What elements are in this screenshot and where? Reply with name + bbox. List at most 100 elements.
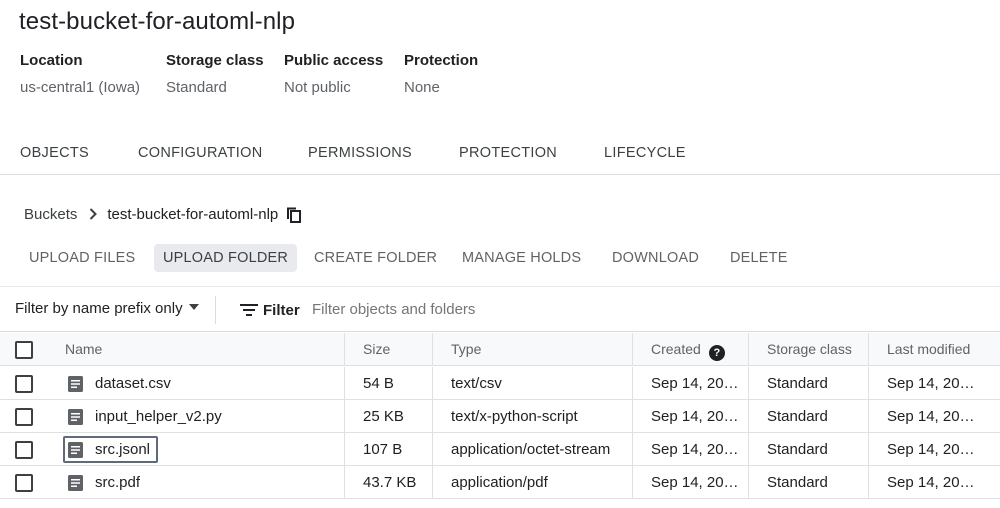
column-header-size[interactable]: Size xyxy=(363,333,390,366)
tab-protection[interactable]: PROTECTION xyxy=(459,133,557,175)
column-divider xyxy=(432,400,433,433)
property-label: Protection xyxy=(404,52,479,69)
property-public-access: Public access Not public xyxy=(284,52,383,96)
column-divider xyxy=(868,400,869,433)
last-modified-cell: Sep 14, 20… xyxy=(887,375,975,392)
property-value: us-central1 (Iowa) xyxy=(20,79,141,96)
created-cell: Sep 14, 20… xyxy=(651,375,739,392)
last-modified-cell: Sep 14, 20… xyxy=(887,408,975,425)
filter-bar: Filter by name prefix only Filter xyxy=(0,286,1000,332)
manage-holds-button[interactable]: MANAGE HOLDS xyxy=(453,244,590,272)
table-row[interactable]: src.pdf 43.7 KB application/pdf Sep 14, 20…… xyxy=(0,466,1000,499)
select-all-checkbox[interactable] xyxy=(15,341,33,359)
column-divider xyxy=(868,333,869,366)
upload-folder-button[interactable]: UPLOAD FOLDER xyxy=(154,244,298,272)
column-divider xyxy=(632,433,633,466)
upload-files-button[interactable]: UPLOAD FILES xyxy=(20,244,144,272)
size-cell: 107 B xyxy=(363,441,403,458)
column-divider xyxy=(344,400,345,433)
size-cell: 54 B xyxy=(363,375,394,392)
column-divider xyxy=(868,433,869,466)
column-divider xyxy=(748,433,749,466)
breadcrumb-current: test-bucket-for-automl-nlp xyxy=(107,206,279,223)
object-name-link[interactable]: dataset.csv xyxy=(95,367,171,400)
row-checkbox[interactable] xyxy=(15,441,33,459)
created-cell: Sep 14, 20… xyxy=(651,474,739,491)
caret-down-icon xyxy=(188,304,199,310)
column-header-last-modified[interactable]: Last modified xyxy=(887,333,970,366)
column-divider xyxy=(868,466,869,499)
column-divider xyxy=(748,400,749,433)
column-header-storage-class[interactable]: Storage class xyxy=(767,333,852,366)
object-name-link[interactable]: src.pdf xyxy=(95,466,140,499)
tab-lifecycle[interactable]: LIFECYCLE xyxy=(604,133,686,175)
last-modified-cell: Sep 14, 20… xyxy=(887,441,975,458)
object-name-link[interactable]: input_helper_v2.py xyxy=(95,400,222,433)
property-value: Not public xyxy=(284,79,351,96)
filter-input[interactable] xyxy=(312,301,712,318)
object-name-link[interactable]: src.jsonl xyxy=(95,433,150,466)
filter-label[interactable]: Filter xyxy=(263,302,300,319)
column-divider xyxy=(632,466,633,499)
table-row[interactable]: input_helper_v2.py 25 KB text/x-python-scr… xyxy=(0,400,1000,433)
last-modified-cell: Sep 14, 20… xyxy=(887,474,975,491)
column-divider xyxy=(748,367,749,400)
column-header-name[interactable]: Name xyxy=(65,333,102,366)
delete-button[interactable]: DELETE xyxy=(721,244,797,272)
column-divider xyxy=(632,400,633,433)
create-folder-button[interactable]: CREATE FOLDER xyxy=(305,244,446,272)
type-cell: application/pdf xyxy=(451,474,548,491)
column-divider xyxy=(868,367,869,400)
table-header-row: Name Size Type Created? Storage class La… xyxy=(0,333,1000,366)
tab-bar: OBJECTS CONFIGURATION PERMISSIONS PROTEC… xyxy=(0,133,1000,175)
filter-lines-icon[interactable] xyxy=(240,303,258,317)
column-divider xyxy=(344,433,345,466)
property-value: None xyxy=(404,79,440,96)
column-header-created[interactable]: Created? xyxy=(651,333,725,366)
column-divider xyxy=(632,367,633,400)
column-divider xyxy=(632,333,633,366)
size-cell: 43.7 KB xyxy=(363,474,417,491)
row-checkbox[interactable] xyxy=(15,408,33,426)
type-cell: text/csv xyxy=(451,375,502,392)
chevron-right-icon xyxy=(89,207,98,223)
filter-mode-select[interactable]: Filter by name prefix only xyxy=(15,300,199,317)
column-header-type[interactable]: Type xyxy=(451,333,481,366)
column-divider xyxy=(432,333,433,366)
property-protection: Protection None xyxy=(404,52,478,96)
type-cell: application/octet-stream xyxy=(451,441,611,458)
storage-class-cell: Standard xyxy=(767,474,828,491)
breadcrumb: Buckets test-bucket-for-automl-nlp xyxy=(24,206,302,223)
table-row[interactable]: dataset.csv 54 B text/csv Sep 14, 20… Standa… xyxy=(0,367,1000,400)
tab-permissions[interactable]: PERMISSIONS xyxy=(308,133,412,175)
copy-icon[interactable] xyxy=(286,207,302,223)
storage-class-cell: Standard xyxy=(767,441,828,458)
tab-configuration[interactable]: CONFIGURATION xyxy=(138,133,262,175)
row-checkbox[interactable] xyxy=(15,474,33,492)
help-circle-icon[interactable]: ? xyxy=(708,345,725,361)
column-divider xyxy=(344,367,345,400)
size-cell: 25 KB xyxy=(363,408,404,425)
table-row[interactable]: src.jsonl 107 B application/octet-stream Se… xyxy=(0,433,1000,466)
property-label: Storage class xyxy=(166,52,264,69)
divider xyxy=(215,296,216,324)
created-cell: Sep 14, 20… xyxy=(651,441,739,458)
column-divider xyxy=(432,367,433,400)
storage-class-cell: Standard xyxy=(767,375,828,392)
bucket-title: test-bucket-for-automl-nlp xyxy=(19,8,296,35)
property-label: Public access xyxy=(284,52,384,69)
filter-mode-label: Filter by name prefix only xyxy=(15,300,183,317)
breadcrumb-buckets-link[interactable]: Buckets xyxy=(24,206,77,223)
type-cell: text/x-python-script xyxy=(451,408,578,425)
column-divider xyxy=(748,333,749,366)
tab-objects[interactable]: OBJECTS xyxy=(20,133,89,175)
document-icon xyxy=(68,376,83,392)
download-button[interactable]: DOWNLOAD xyxy=(603,244,708,272)
column-divider xyxy=(748,466,749,499)
created-cell: Sep 14, 20… xyxy=(651,408,739,425)
property-label: Location xyxy=(20,52,83,69)
document-icon xyxy=(68,475,83,491)
property-value: Standard xyxy=(166,79,227,96)
property-location: Location us-central1 (Iowa) xyxy=(20,52,140,96)
row-checkbox[interactable] xyxy=(15,375,33,393)
